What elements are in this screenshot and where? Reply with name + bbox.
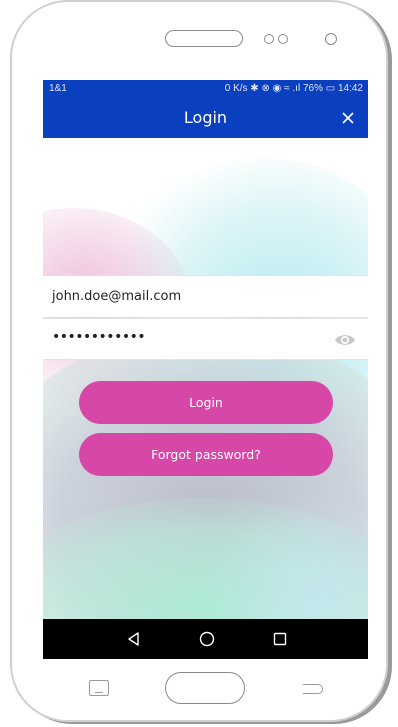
login-content: john.doe@mail.com •••••••••••• Login For… <box>43 138 368 619</box>
recent-apps-square-icon[interactable] <box>271 630 289 648</box>
sensor-dot <box>264 34 274 44</box>
email-value: john.doe@mail.com <box>52 289 182 304</box>
phone-mockup: 1&1 0 K/s ✱ ⊗ ◉ ≈ .ıl 76% ▭ 14:42 Login … <box>0 0 398 727</box>
status-indicators: 0 K/s ✱ ⊗ ◉ ≈ .ıl 76% ▭ 14:42 <box>224 83 363 94</box>
forgot-password-button[interactable]: Forgot password? <box>79 433 333 476</box>
email-field[interactable]: john.doe@mail.com <box>43 275 368 317</box>
app-bar: Login <box>43 98 368 138</box>
home-circle-icon[interactable] <box>198 630 216 648</box>
hardware-menu-button[interactable] <box>89 680 109 696</box>
front-camera <box>325 33 337 45</box>
navigation-bar <box>43 619 368 659</box>
eye-icon[interactable] <box>334 332 356 348</box>
hardware-back-button[interactable] <box>303 684 323 694</box>
close-icon[interactable] <box>336 106 360 130</box>
password-value: •••••••••••• <box>52 329 146 345</box>
sensor-dot <box>278 34 288 44</box>
phone-screen: 1&1 0 K/s ✱ ⊗ ◉ ≈ .ıl 76% ▭ 14:42 Login … <box>43 80 368 659</box>
password-field[interactable]: •••••••••••• <box>43 318 368 360</box>
back-triangle-icon[interactable] <box>125 630 143 648</box>
status-bar: 1&1 0 K/s ✱ ⊗ ◉ ≈ .ıl 76% ▭ 14:42 <box>43 80 368 98</box>
login-button[interactable]: Login <box>79 381 333 424</box>
carrier-label: 1&1 <box>49 83 67 94</box>
earpiece-speaker <box>165 30 243 47</box>
hardware-home-button[interactable] <box>165 672 245 704</box>
page-title: Login <box>183 108 228 127</box>
